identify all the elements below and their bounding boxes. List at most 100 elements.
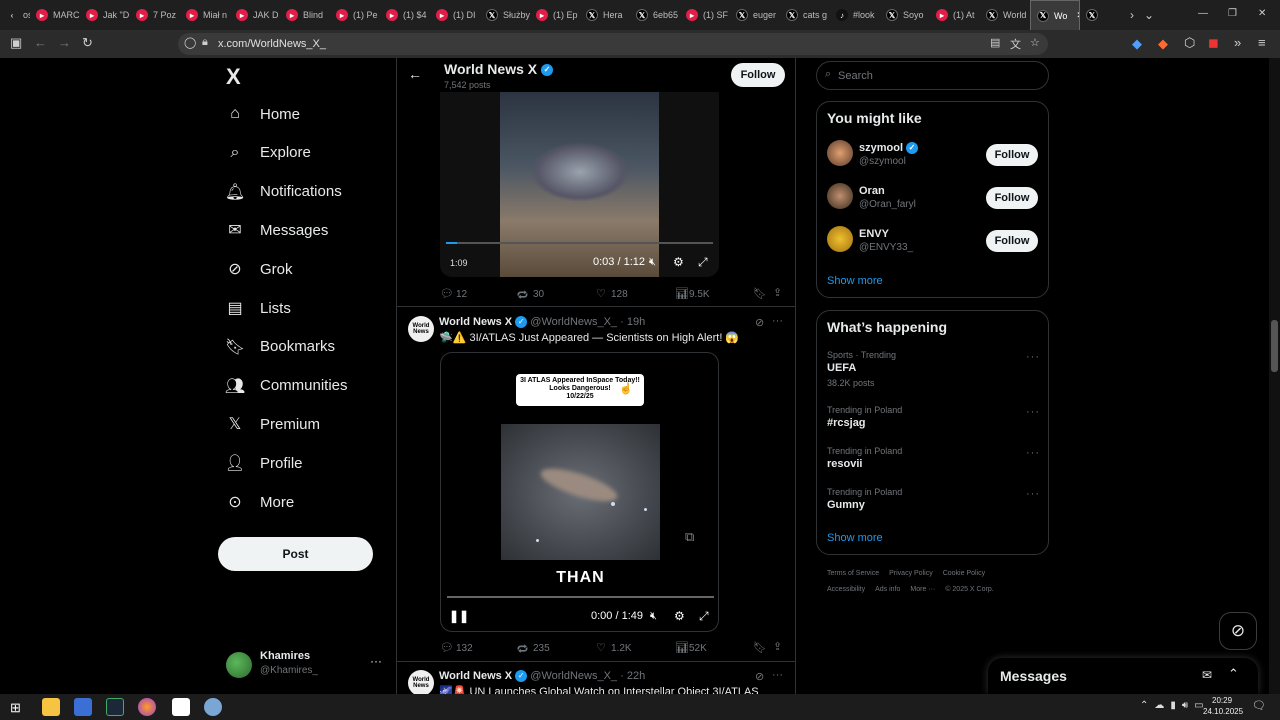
- sidebar-item-profile[interactable]: 👤︎ Profile: [225, 454, 303, 473]
- fullscreen-icon[interactable]: ⤢: [699, 609, 709, 624]
- bookmark-icon[interactable]: 🔖︎: [753, 287, 767, 300]
- tab-list-icon[interactable]: ⌄: [1144, 8, 1154, 22]
- repost-icon[interactable]: 🔁︎: [517, 641, 528, 657]
- browser-tab[interactable]: ▸ JAK D: [230, 0, 280, 30]
- sidebar-item-notifications[interactable]: 🔔︎ Notifications: [225, 183, 342, 201]
- chevron-right-icon[interactable]: »: [1234, 35, 1241, 50]
- video-progress-bar[interactable]: [446, 242, 713, 244]
- bookmark-icon[interactable]: 🔖︎: [753, 641, 767, 654]
- suggestion-name[interactable]: szymool ✓: [859, 142, 919, 155]
- tweet3-name[interactable]: World News X: [439, 670, 512, 682]
- forward-icon[interactable]: →: [58, 35, 71, 50]
- show-more-link[interactable]: Show more: [827, 275, 883, 287]
- browser-tab[interactable]: ▸ Jak "D: [80, 0, 130, 30]
- suggestion-name[interactable]: Oran: [859, 185, 885, 197]
- extension-icon[interactable]: ◆: [1158, 36, 1168, 52]
- footer-link[interactable]: Accessibility: [827, 586, 865, 593]
- browser-tab[interactable]: ▸ (1) $4: [380, 0, 430, 30]
- x-logo[interactable]: X: [226, 64, 241, 90]
- settings-icon[interactable]: ⚙: [673, 255, 684, 269]
- suggestion-avatar[interactable]: [827, 183, 853, 209]
- share-icon[interactable]: ⇪: [773, 286, 782, 299]
- suggestion-name[interactable]: ENVY: [859, 228, 889, 240]
- tweet-more-icon[interactable]: ···: [772, 669, 783, 681]
- browser-tab[interactable]: 𝕏 6eb65: [630, 0, 680, 30]
- show-more-link[interactable]: Show more: [827, 532, 883, 544]
- share-icon[interactable]: ⇪: [773, 640, 782, 653]
- browser-tab[interactable]: 𝕏 Soyo: [880, 0, 930, 30]
- browser-tab[interactable]: ▸ Miał n: [180, 0, 230, 30]
- sidebar-item-premium[interactable]: 𝕏 Premium: [226, 415, 320, 434]
- fullscreen-icon[interactable]: ⤢: [698, 255, 708, 270]
- file-explorer-icon[interactable]: [42, 698, 60, 716]
- windows-start-icon[interactable]: ⊞: [10, 700, 21, 716]
- lock-icon[interactable]: 🔒︎: [202, 36, 208, 49]
- back-icon[interactable]: ←: [34, 35, 47, 50]
- grok-icon[interactable]: ⊘: [755, 316, 764, 329]
- refresh-icon[interactable]: ↻: [82, 35, 93, 51]
- search-input[interactable]: ⌕ Search: [816, 61, 1049, 90]
- shield-icon[interactable]: ◯: [184, 36, 196, 49]
- browser-tab[interactable]: ▸ (1) DI: [430, 0, 480, 30]
- menu-icon[interactable]: ≡: [1258, 35, 1266, 50]
- notification-icon[interactable]: 🗨︎: [1252, 699, 1266, 712]
- sidebar-item-home[interactable]: ⌂ Home: [226, 105, 300, 123]
- ublock-icon[interactable]: ◼: [1208, 35, 1219, 51]
- close-window-icon[interactable]: ✕: [1258, 8, 1266, 19]
- sidebar-item-bookmarks[interactable]: 🔖︎ Bookmarks: [225, 338, 335, 356]
- browser-tab[interactable]: ▸ (1) Ep: [530, 0, 580, 30]
- steam-icon[interactable]: [106, 698, 124, 716]
- grok-icon[interactable]: ⊘: [755, 670, 764, 683]
- browser-tab[interactable]: 𝕏 Hera: [580, 0, 630, 30]
- tweet3-avatar[interactable]: World News: [408, 670, 434, 696]
- tweet2-avatar[interactable]: World News: [408, 316, 434, 342]
- suggestion-avatar[interactable]: [827, 226, 853, 252]
- pause-icon[interactable]: ❚❚: [449, 609, 469, 623]
- star-icon[interactable]: ☆: [1030, 36, 1040, 49]
- browser-tab[interactable]: 𝕏 World: [980, 0, 1030, 30]
- follow-button[interactable]: Follow: [986, 187, 1038, 209]
- tweet3-time[interactable]: · 22h: [620, 670, 645, 682]
- page-scrollbar[interactable]: [1269, 58, 1280, 694]
- browser-tab[interactable]: 𝕏cats g: [780, 0, 830, 30]
- browser-tab[interactable]: ▸ (1) SF: [680, 0, 730, 30]
- browser-tab[interactable]: ▸ (1) At: [930, 0, 980, 30]
- browser-tab[interactable]: 𝕏: [1080, 0, 1120, 30]
- header-follow-button[interactable]: Follow: [731, 63, 785, 87]
- account-switcher[interactable]: Khamires @Khamires_ ···: [226, 648, 386, 682]
- browser-tab[interactable]: 𝕏Wo✕: [1030, 0, 1080, 30]
- trend-more-icon[interactable]: ···: [1026, 447, 1040, 459]
- sidebar-item-lists[interactable]: ▤ Lists: [226, 299, 290, 318]
- puzzle-icon[interactable]: ⬡: [1184, 35, 1195, 51]
- views-icon[interactable]: 📊︎: [675, 641, 689, 654]
- sidebar-item-grok[interactable]: ⊘ Grok: [226, 260, 292, 279]
- back-arrow-icon[interactable]: ←: [408, 66, 422, 82]
- footer-link[interactable]: More ···: [910, 586, 935, 593]
- video-progress-bar[interactable]: [447, 596, 714, 598]
- browser-tab[interactable]: 𝕏euger: [730, 0, 780, 30]
- sidebar-item-more[interactable]: ⊙ More: [226, 493, 294, 512]
- footer-link[interactable]: Cookie Policy: [943, 570, 985, 577]
- account-more-icon[interactable]: ···: [370, 654, 382, 668]
- browser-tab[interactable]: ▸ (1) Pe: [330, 0, 380, 30]
- browser-tab[interactable]: ‹ ośk: [0, 0, 30, 30]
- tray-icons[interactable]: ⌃☁▮🔊︎▭: [1140, 700, 1210, 711]
- sidebar-item-communities[interactable]: 👥︎ Communities: [225, 377, 348, 395]
- reply-icon[interactable]: 💬︎: [440, 641, 454, 654]
- translate-icon[interactable]: 文: [1010, 36, 1021, 52]
- footer-link[interactable]: Privacy Policy: [889, 570, 933, 577]
- video-player[interactable]: 3I ATLAS Appeared InSpace Today!! Looks …: [440, 352, 719, 632]
- settings-icon[interactable]: ⚙: [674, 609, 685, 623]
- sidebar-item-messages[interactable]: ✉ Messages: [226, 221, 328, 240]
- grok-float-button[interactable]: ⊘: [1219, 612, 1257, 650]
- tweet2-name[interactable]: World News X: [439, 316, 512, 328]
- trend-more-icon[interactable]: ···: [1026, 406, 1040, 418]
- footer-link[interactable]: © 2025 X Corp.: [945, 586, 993, 593]
- firefox-icon[interactable]: [138, 698, 156, 716]
- tweet-more-icon[interactable]: ···: [772, 315, 783, 327]
- trend-more-icon[interactable]: ···: [1026, 351, 1040, 363]
- suggestion-avatar[interactable]: [827, 140, 853, 166]
- mute-icon[interactable]: 🔇︎: [650, 610, 657, 623]
- fit-video-icon[interactable]: ⧉: [685, 529, 694, 545]
- browser-tab[interactable]: ▸ 7 Poz: [130, 0, 180, 30]
